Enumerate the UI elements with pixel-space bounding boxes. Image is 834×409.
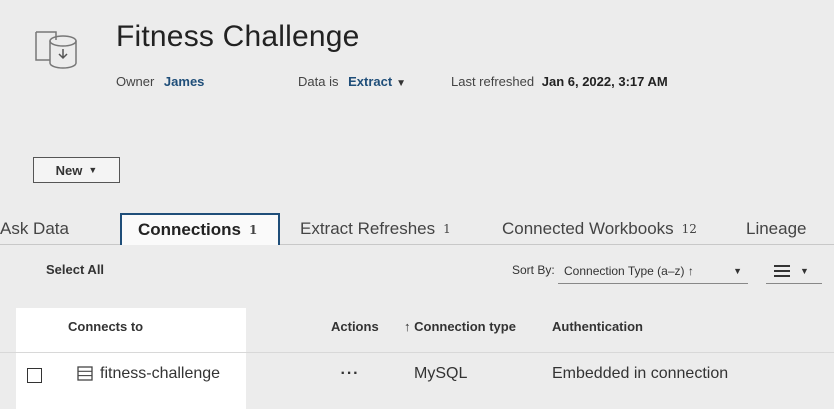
- chevron-down-icon: ▼: [88, 165, 98, 175]
- data-type-dropdown[interactable]: Extract ▼: [348, 74, 406, 89]
- list-view-icon: [774, 264, 790, 277]
- connection-type-value: MySQL: [414, 365, 468, 382]
- chevron-down-icon: ▼: [800, 265, 809, 276]
- connection-name-link[interactable]: fitness-challenge: [100, 365, 220, 383]
- tab-ask-data[interactable]: Ask Data: [0, 213, 69, 245]
- chevron-down-icon: ▼: [396, 78, 407, 89]
- data-type-label: Data is: [298, 74, 339, 89]
- sort-value: Connection Type (a–z) ↑: [564, 263, 694, 278]
- tab-label: Extract Refreshes: [300, 219, 436, 238]
- new-button-label: New: [55, 162, 83, 178]
- table-icon: [77, 366, 93, 381]
- new-button[interactable]: New ▼: [33, 157, 120, 183]
- page-title: Fitness Challenge: [116, 20, 360, 53]
- refresh-value: Jan 6, 2022, 3:17 AM: [541, 74, 668, 89]
- sort-by-label: Sort By:: [512, 263, 555, 277]
- column-header-connects-to[interactable]: Connects to: [68, 319, 143, 334]
- tab-count: 12: [681, 222, 697, 236]
- view-toggle-dropdown[interactable]: ▼: [766, 258, 822, 284]
- more-actions-button[interactable]: ···: [330, 365, 370, 383]
- owner-link[interactable]: James: [164, 74, 204, 89]
- tab-label: Connected Workbooks: [502, 219, 674, 238]
- tab-bar: Ask Data Connections 1 Extract Refreshes…: [0, 213, 834, 245]
- table-row: fitness-challenge ··· MySQL Embedded in …: [0, 352, 834, 398]
- owner-label: Owner: [116, 74, 155, 89]
- chevron-down-icon: ▼: [733, 266, 742, 276]
- tab-label: Lineage: [746, 219, 807, 238]
- tab-connections[interactable]: Connections 1: [120, 213, 280, 245]
- column-header-authentication[interactable]: Authentication: [552, 319, 643, 334]
- refresh-info: Last refreshed Jan 6, 2022, 3:17 AM: [451, 74, 668, 89]
- row-checkbox[interactable]: [27, 368, 42, 383]
- column-header-connection-type[interactable]: ↑ Connection type: [404, 319, 516, 334]
- data-type-value: Extract: [348, 74, 393, 89]
- authentication-value: Embedded in connection: [552, 365, 729, 382]
- column-header-actions: Actions: [331, 319, 379, 334]
- row-divider: [0, 352, 834, 353]
- sort-dropdown[interactable]: Connection Type (a–z) ↑ ▼: [558, 258, 748, 284]
- data-type-info: Data is Extract ▼: [298, 74, 406, 89]
- tab-extract-refreshes[interactable]: Extract Refreshes 1: [300, 213, 451, 245]
- page-header: Fitness Challenge Owner James Data is Ex…: [0, 0, 834, 140]
- tab-count: 1: [443, 222, 451, 236]
- tab-lineage[interactable]: Lineage: [746, 213, 807, 245]
- refresh-label: Last refreshed: [451, 74, 535, 89]
- list-toolbar: Select All Sort By: Connection Type (a–z…: [0, 254, 834, 290]
- tab-label: Connections: [138, 220, 241, 239]
- tab-count: 1: [248, 223, 258, 237]
- data-source-icon: [35, 31, 77, 69]
- owner-info: Owner James: [116, 74, 204, 89]
- select-all-button[interactable]: Select All: [46, 262, 104, 277]
- tab-connected-workbooks[interactable]: Connected Workbooks 12: [502, 213, 697, 245]
- tab-label: Ask Data: [0, 219, 69, 238]
